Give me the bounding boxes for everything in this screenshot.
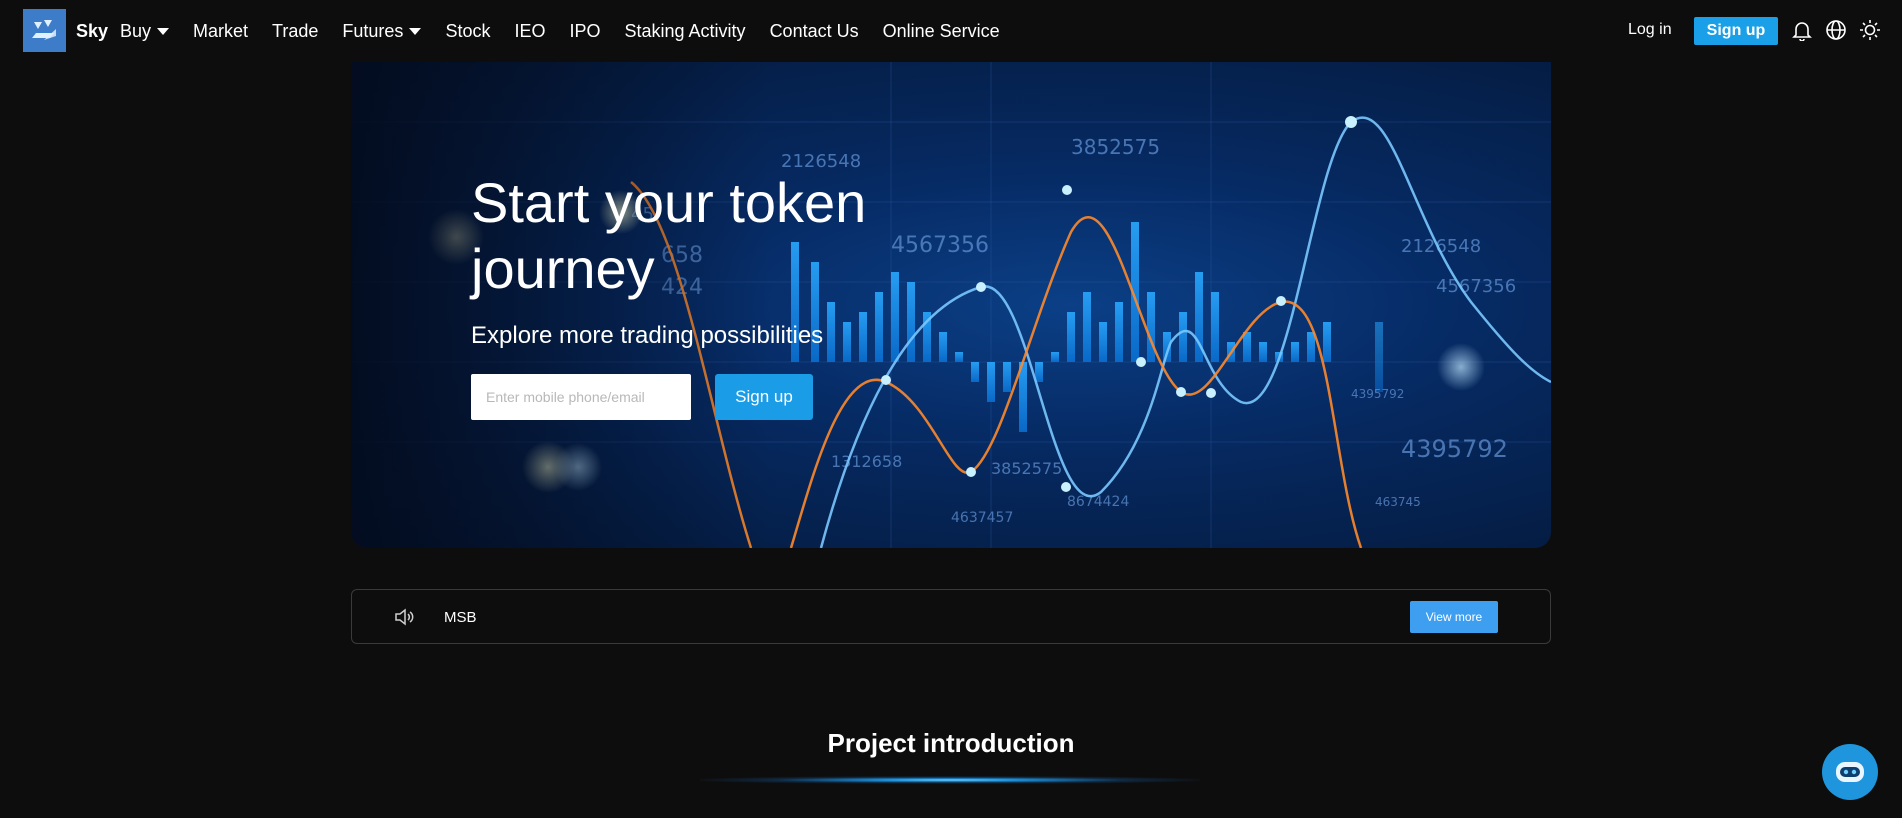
view-more-button[interactable]: View more <box>1410 601 1498 633</box>
top-navbar: Sky Buy Market Trade Futures Stock IEO I… <box>0 0 1902 62</box>
title-underline-glow <box>700 776 1200 784</box>
nav-item-staking-activity[interactable]: Staking Activity <box>625 21 746 42</box>
nav-item-online-service[interactable]: Online Service <box>883 21 1000 42</box>
hero-title: Start your token journey <box>471 171 867 300</box>
bell-icon[interactable] <box>1791 19 1813 42</box>
globe-icon[interactable] <box>1825 19 1847 41</box>
hero-subtitle: Explore more trading possibilities <box>471 322 824 349</box>
announcement-text[interactable]: MSB <box>444 609 477 626</box>
brand-name[interactable]: Sky <box>76 21 108 42</box>
section-title: Project introduction <box>827 728 1075 758</box>
chat-support-button[interactable] <box>1822 744 1878 800</box>
signup-button[interactable]: Sign up <box>1694 17 1778 45</box>
nav-item-stock[interactable]: Stock <box>445 21 490 42</box>
nav-item-ieo[interactable]: IEO <box>514 21 545 42</box>
hero-background-chart-graphic: 3852575 4567356 2126548 4567356 2126548 … <box>351 62 1551 548</box>
announcement-bar: MSB View more <box>351 589 1551 644</box>
main-nav: Buy Market Trade Futures Stock IEO IPO S… <box>120 0 1024 62</box>
logo-icon[interactable] <box>23 9 66 52</box>
nav-item-trade[interactable]: Trade <box>272 21 318 42</box>
speaker-icon <box>394 608 414 626</box>
nav-label: Buy <box>120 20 152 41</box>
caret-down-icon <box>409 27 422 35</box>
hero-signup-button[interactable]: Sign up <box>715 374 813 420</box>
sun-icon[interactable] <box>1859 19 1881 41</box>
hero-banner: 3852575 4567356 2126548 4567356 2126548 … <box>351 62 1551 548</box>
nav-item-ipo[interactable]: IPO <box>569 21 600 42</box>
nav-item-contact-us[interactable]: Contact Us <box>770 21 859 42</box>
nav-label: IEO <box>514 20 546 41</box>
robot-icon <box>1836 762 1864 782</box>
caret-down-icon <box>157 27 170 35</box>
nav-label: Online Service <box>882 20 1000 41</box>
nav-label: IPO <box>569 20 601 41</box>
nav-label: Contact Us <box>769 20 859 41</box>
nav-item-futures[interactable]: Futures <box>342 20 422 42</box>
phone-email-input[interactable] <box>471 374 691 420</box>
nav-label: Futures <box>342 20 404 41</box>
login-link[interactable]: Log in <box>1628 21 1672 39</box>
nav-item-buy[interactable]: Buy <box>120 20 170 42</box>
nav-label: Trade <box>272 20 319 41</box>
nav-label: Market <box>193 20 249 41</box>
nav-label: Stock <box>445 20 491 41</box>
nav-item-market[interactable]: Market <box>193 21 248 42</box>
nav-label: Staking Activity <box>624 20 746 41</box>
